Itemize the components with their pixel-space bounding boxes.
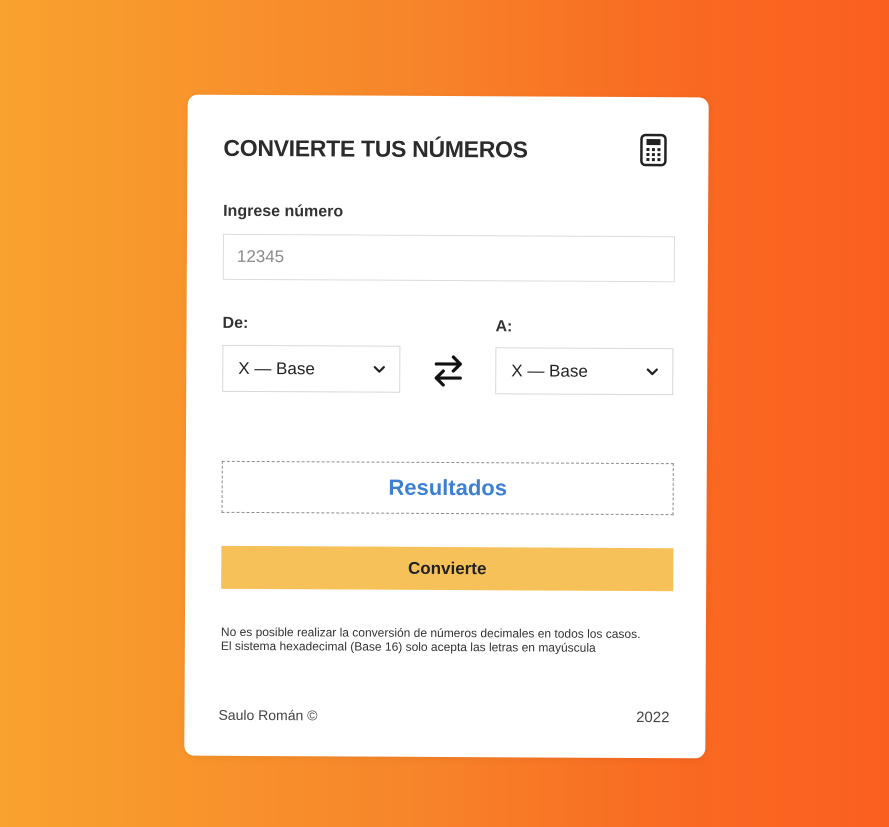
footer-year: 2022 xyxy=(636,708,670,727)
to-selected-value: X — Base xyxy=(511,360,588,381)
number-input[interactable] xyxy=(222,233,675,283)
author-credit: Saulo Román © xyxy=(218,706,318,724)
from-base-select[interactable]: X — Base xyxy=(222,344,401,393)
number-label: Ingrese número xyxy=(223,202,344,221)
results-box: Resultados xyxy=(221,460,674,516)
to-label: A: xyxy=(495,318,513,336)
conversion-note: No es posible realizar la conversión de … xyxy=(221,625,673,655)
from-selected-value: X — Base xyxy=(238,358,315,378)
page-title: CONVIERTE TUS NÚMEROS xyxy=(223,134,528,163)
note-line-hex: El sistema hexadecimal (Base 16) solo ac… xyxy=(220,638,596,655)
to-base-select[interactable]: X — Base xyxy=(495,347,674,396)
chevron-down-icon xyxy=(646,367,658,375)
converter-card: CONVIERTE TUS NÚMEROS Ingrese número De:… xyxy=(184,94,709,759)
calculator-icon xyxy=(640,133,667,167)
convert-button[interactable]: Convierte xyxy=(221,545,674,592)
chevron-down-icon xyxy=(373,365,385,373)
swap-arrows-icon[interactable] xyxy=(430,354,466,388)
from-label: De: xyxy=(222,314,249,332)
